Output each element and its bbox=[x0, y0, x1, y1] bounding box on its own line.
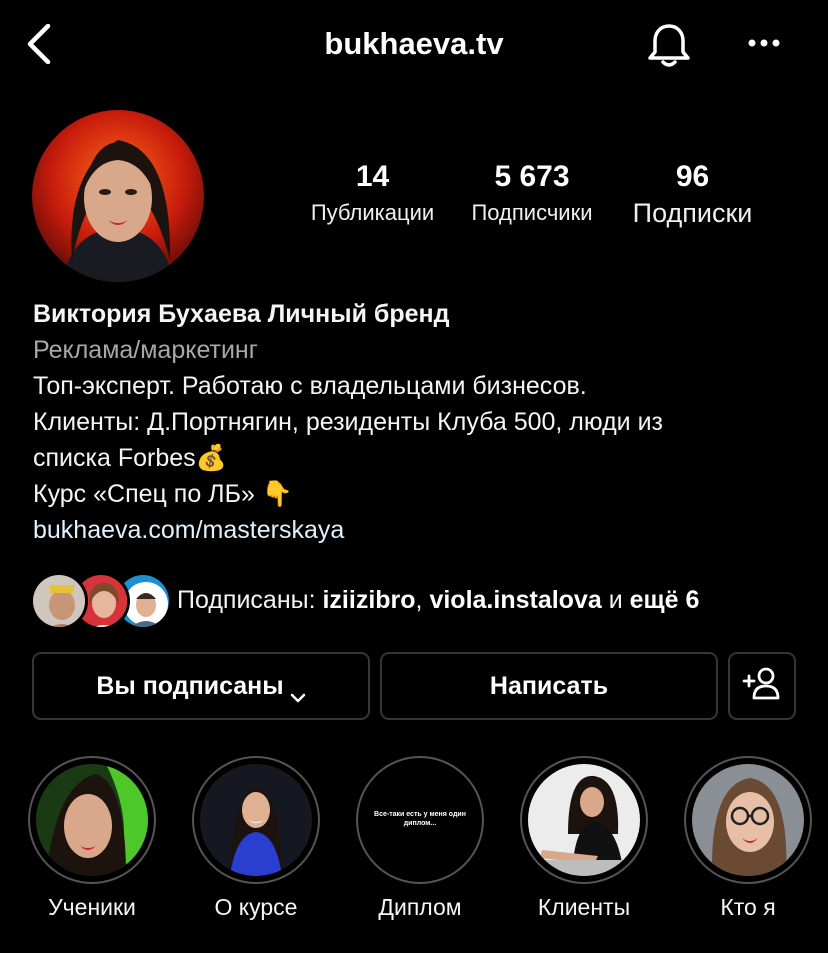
stat-followers[interactable]: 5 673 Подписчики bbox=[458, 160, 606, 228]
highlight-ring bbox=[28, 756, 156, 884]
highlight-clients[interactable]: Клиенты bbox=[519, 756, 649, 921]
highlight-label: Диплом bbox=[378, 894, 462, 920]
bio-line: Топ-эксперт. Работаю с владельцами бизне… bbox=[33, 372, 587, 400]
bio-line-text: списка Forbes bbox=[33, 444, 196, 472]
highlight-students[interactable]: Ученики bbox=[27, 756, 157, 921]
bell-icon[interactable] bbox=[644, 20, 694, 70]
following-button[interactable]: Вы подписаны bbox=[32, 652, 370, 720]
message-button[interactable]: Написать bbox=[380, 652, 718, 720]
bio-line-text: Курс «Спец по ЛБ» bbox=[33, 480, 255, 508]
message-button-label: Написать bbox=[489, 671, 609, 700]
followed-by-separator: , bbox=[415, 586, 430, 614]
profile-full-name: Виктория Бухаева Личный бренд bbox=[33, 300, 450, 328]
bio-line: Клиенты: Д.Портнягин, резиденты Клуба 50… bbox=[33, 408, 664, 436]
follower-avatar bbox=[30, 572, 88, 630]
highlight-cover bbox=[200, 764, 312, 876]
highlight-diploma[interactable]: Все-таки есть у меня один диплом... Дипл… bbox=[355, 756, 485, 921]
highlight-label: Ученики bbox=[48, 894, 136, 920]
profile-bio: Виктория Бухаева Личный бренд Реклама/ма… bbox=[33, 296, 813, 548]
profile-website-link[interactable]: bukhaeva.com/masterskaya bbox=[33, 512, 813, 548]
bio-line: списка Forbes💰 bbox=[33, 440, 813, 476]
profile-avatar[interactable] bbox=[32, 110, 204, 282]
followed-by-row[interactable]: Подписаны: iziizibro, viola.instalova и … bbox=[30, 572, 810, 630]
posts-label: Публикации bbox=[310, 200, 435, 225]
back-icon[interactable] bbox=[22, 23, 62, 65]
highlight-label: О курсе bbox=[214, 894, 298, 920]
highlight-cover bbox=[36, 764, 148, 876]
money-bag-emoji: 💰 bbox=[195, 444, 227, 472]
highlight-cover: Все-таки есть у меня один диплом... bbox=[364, 764, 476, 876]
highlight-cover-text: Все-таки есть у меня один диплом... bbox=[374, 811, 466, 827]
followed-by-prefix: Подписаны: bbox=[177, 586, 323, 614]
bio-line: Курс «Спец по ЛБ» 👇 bbox=[33, 476, 813, 512]
highlight-ring: Все-таки есть у меня один диплом... bbox=[356, 756, 484, 884]
followers-label: Подписчики bbox=[471, 200, 593, 225]
followed-by-conjunction: и bbox=[601, 586, 630, 614]
followed-by-text: Подписаны: iziizibro, viola.instalova и … bbox=[177, 586, 699, 615]
more-options-icon[interactable] bbox=[744, 26, 784, 62]
profile-category: Реклама/маркетинг bbox=[33, 336, 258, 364]
followed-by-user[interactable]: iziizibro bbox=[322, 586, 415, 614]
following-count: 96 bbox=[675, 160, 710, 193]
following-button-label: Вы подписаны bbox=[96, 671, 284, 700]
highlight-who-am-i[interactable]: Кто я bbox=[683, 756, 813, 921]
stat-posts[interactable]: 14 Публикации bbox=[300, 160, 445, 228]
highlight-cover bbox=[528, 764, 640, 876]
highlight-ring bbox=[520, 756, 648, 884]
following-label: Подписки bbox=[632, 198, 753, 228]
followed-by-user[interactable]: viola.instalova bbox=[429, 586, 601, 614]
followers-count: 5 673 bbox=[494, 160, 570, 193]
add-person-icon bbox=[742, 665, 782, 708]
highlight-label: Клиенты bbox=[537, 894, 631, 920]
profile-username: bukhaeva.tv bbox=[324, 26, 504, 61]
top-bar: bukhaeva.tv bbox=[0, 0, 828, 90]
highlight-ring bbox=[192, 756, 320, 884]
posts-count: 14 bbox=[355, 160, 390, 193]
highlight-about-course[interactable]: О курсе bbox=[191, 756, 321, 921]
followed-by-more[interactable]: ещё 6 bbox=[630, 586, 700, 614]
highlight-label: Кто я bbox=[720, 894, 776, 920]
pointing-down-emoji: 👇 bbox=[261, 480, 293, 508]
highlight-cover bbox=[692, 764, 804, 876]
suggest-people-button[interactable] bbox=[728, 652, 796, 720]
chevron-down-icon bbox=[290, 681, 306, 703]
highlight-ring bbox=[684, 756, 812, 884]
stat-following[interactable]: 96 Подписки bbox=[620, 160, 765, 228]
